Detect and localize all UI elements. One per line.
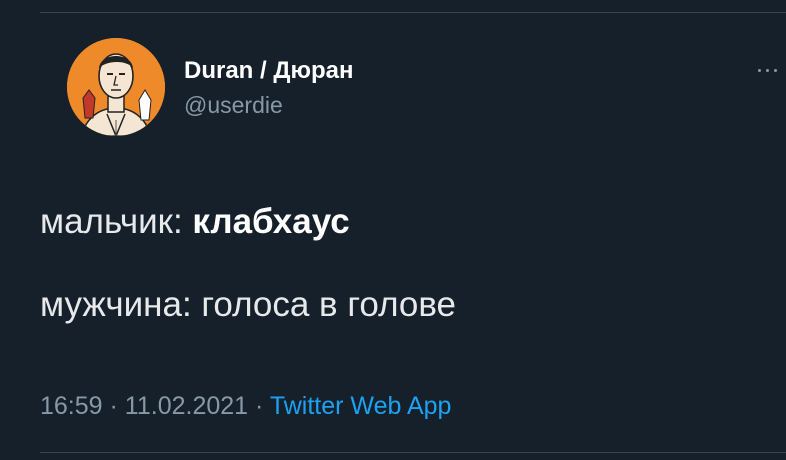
tweet-text-body: мужчина: голоса в голове xyxy=(40,285,457,324)
tweet-date[interactable]: 11.02.2021 xyxy=(125,392,248,420)
meta-separator: · xyxy=(255,392,264,420)
meta-separator: · xyxy=(109,392,118,420)
tweet-author: Duran / Дюран @userdie xyxy=(184,56,353,120)
bottom-divider xyxy=(40,452,786,453)
tweet-text-line-2: мужчина: голоса в голове xyxy=(40,283,456,327)
avatar[interactable] xyxy=(67,38,165,136)
author-handle[interactable]: @userdie xyxy=(184,90,353,120)
tweet-text-emphasis: клабхаус xyxy=(192,202,350,241)
more-horizontal-icon[interactable] xyxy=(752,60,786,80)
tweet-meta: 16:59 · 11.02.2021 · Twitter Web App xyxy=(40,390,451,422)
tweet-time[interactable]: 16:59 xyxy=(40,392,103,420)
avatar-illustration xyxy=(67,38,165,136)
tweet-text-prefix: мальчик: xyxy=(40,202,193,241)
top-divider xyxy=(40,12,786,13)
tweet-text-line-1: мальчик: клабхаус xyxy=(40,200,350,244)
author-display-name[interactable]: Duran / Дюран xyxy=(184,56,353,86)
tweet-source-app[interactable]: Twitter Web App xyxy=(270,392,452,420)
tweet-card: Duran / Дюран @userdie мальчик: клабхаус… xyxy=(0,0,786,460)
